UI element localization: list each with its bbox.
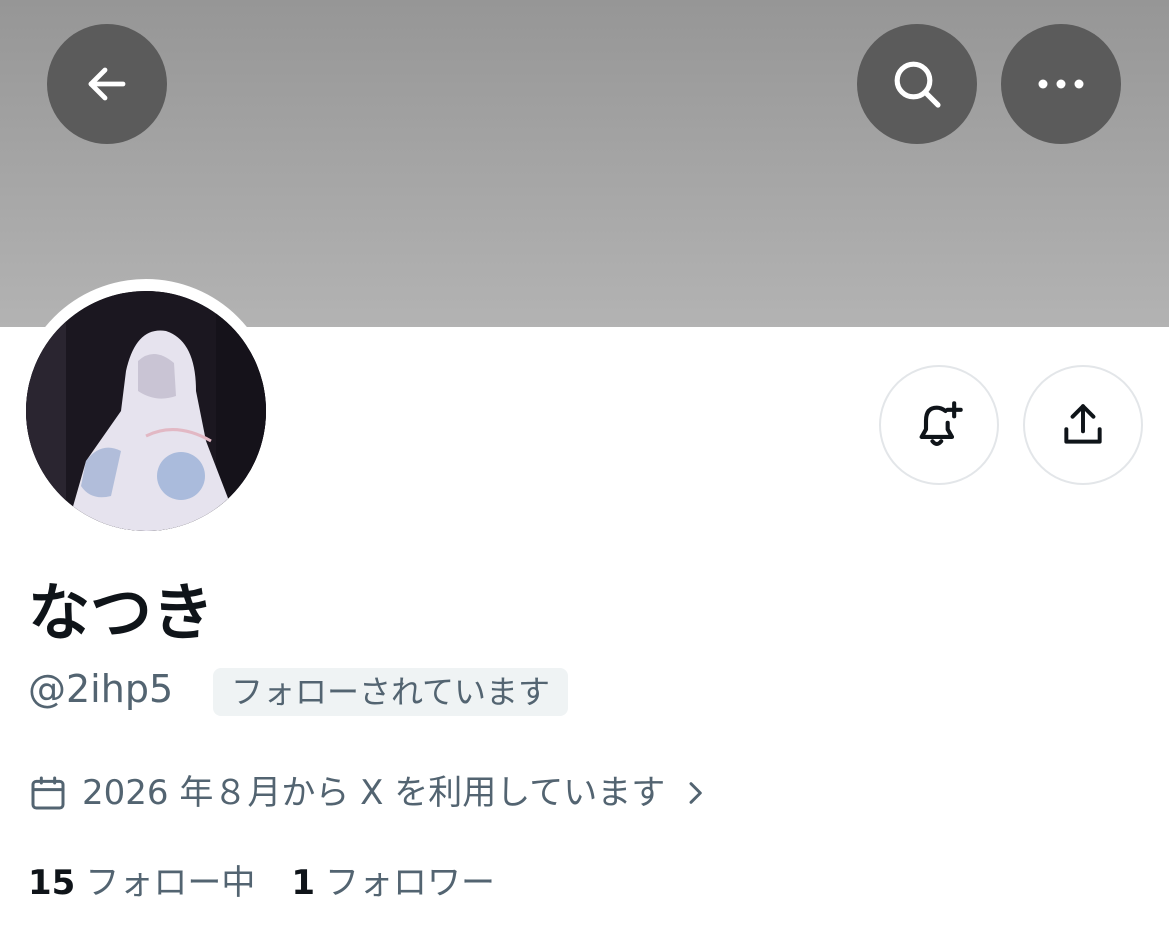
bell-plus-icon — [919, 401, 963, 446]
following-count: 15 — [28, 862, 76, 903]
notify-button[interactable] — [879, 365, 999, 485]
share-button[interactable] — [1023, 365, 1143, 485]
following-label: フォロー中 — [85, 862, 256, 903]
avatar[interactable] — [26, 291, 266, 531]
search-icon — [894, 61, 941, 108]
back-button[interactable] — [47, 24, 167, 144]
search-button[interactable] — [857, 24, 977, 144]
arrow-left-icon — [88, 67, 126, 101]
follows-you-badge: フォローされています — [213, 668, 569, 716]
joined-date-text: 2026 年８月から X を利用しています — [82, 773, 666, 813]
followers-label: フォロワー — [325, 862, 495, 903]
followers-count: 1 — [291, 862, 315, 903]
avatar-photo — [26, 291, 266, 531]
following-link[interactable]: 15 フォロー中 — [28, 855, 255, 904]
user-handle: @2ihp5 — [28, 667, 174, 711]
display-name: なつき — [28, 576, 215, 649]
joined-row[interactable]: 2026 年８月から X を利用しています — [28, 768, 711, 818]
more-horizontal-icon — [1038, 79, 1084, 89]
chevron-right-icon — [689, 782, 703, 804]
profile-banner[interactable] — [0, 0, 1169, 327]
follow-stats: 15 フォロー中 1 フォロワー — [28, 854, 495, 904]
more-button[interactable] — [1001, 24, 1121, 144]
followers-link[interactable]: 1 フォロワー — [291, 855, 495, 904]
calendar-icon — [31, 776, 65, 810]
share-upload-icon — [1064, 404, 1102, 444]
